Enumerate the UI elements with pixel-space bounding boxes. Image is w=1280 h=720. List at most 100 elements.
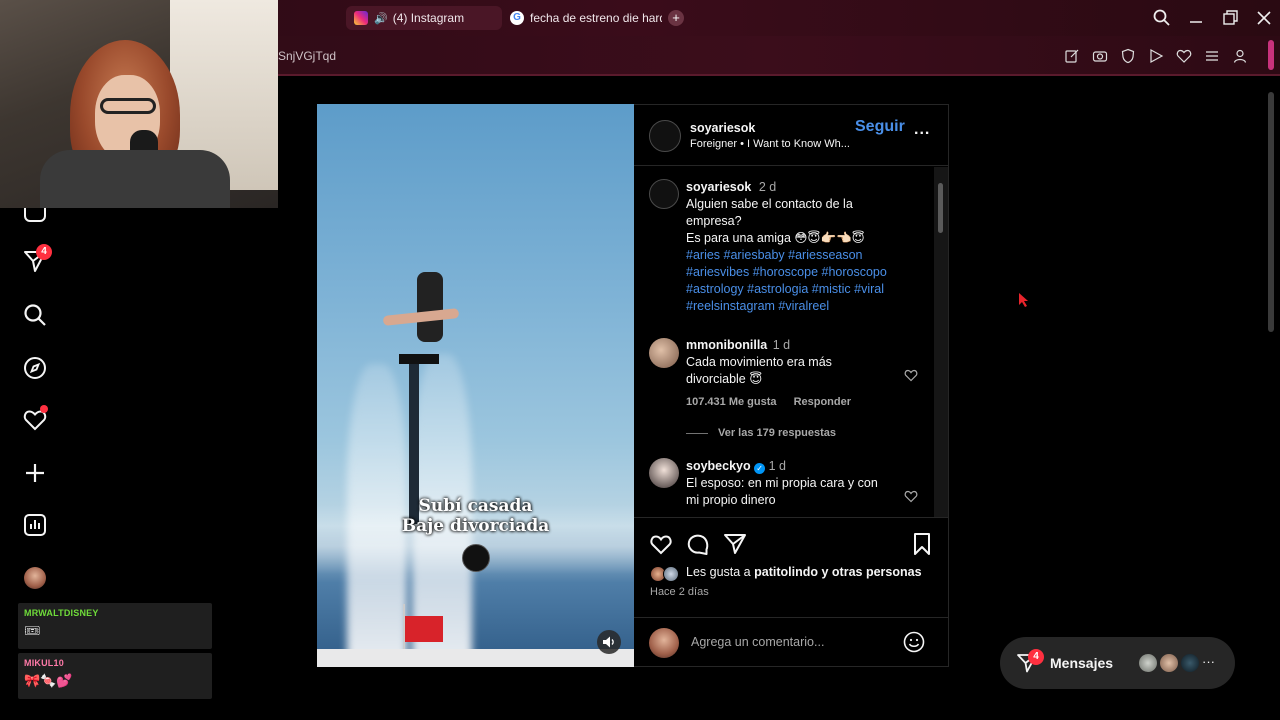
notification-dot: [40, 405, 48, 413]
caption-hashtags[interactable]: #reelsinstagram #viralreel: [686, 298, 906, 315]
sidebar-item-notifications[interactable]: [22, 405, 48, 433]
messages-badge: 4: [1028, 649, 1044, 665]
tab-google-search[interactable]: G fecha de estreno die hard: [502, 6, 662, 30]
comment-time: 1 d: [768, 459, 786, 473]
chat-message: MIKUL10 🎀🍬💕: [18, 653, 212, 699]
comment-likes[interactable]: 107.431 Me gusta: [686, 396, 777, 408]
contact-avatar: [1179, 652, 1201, 674]
divider: [686, 433, 708, 434]
share-icon[interactable]: [723, 532, 747, 556]
comment: soybeckyo ✓ 1 d El esposo: en mi propia …: [686, 458, 906, 509]
search-icon[interactable]: [22, 302, 48, 328]
caption-hashtags[interactable]: #ariesvibes #horoscope #horoscopo: [686, 264, 906, 281]
heart-icon[interactable]: [1176, 48, 1192, 64]
notification-badge: 4: [36, 244, 52, 260]
chat-emote: 🎟: [24, 623, 41, 638]
glasses: [100, 98, 156, 114]
watermark-logo: [462, 544, 490, 572]
more-contacts-icon: ···: [1202, 654, 1215, 669]
view-replies-label: Ver las 179 respuestas: [718, 427, 837, 439]
tab-label: (4) Instagram: [392, 11, 465, 25]
person-on-flyboard: [417, 272, 443, 342]
close-icon[interactable]: [1254, 8, 1274, 28]
comments-list[interactable]: soyariesok 2 d Alguien sabe el contacto …: [634, 167, 934, 517]
reply-button[interactable]: Responder: [794, 396, 851, 408]
messages-button[interactable]: 4 Mensajes ···: [1000, 637, 1235, 689]
minimize-icon[interactable]: [1186, 8, 1206, 28]
liked-by-user[interactable]: patitolindo: [754, 565, 818, 579]
menu-icon[interactable]: [1204, 48, 1220, 64]
person-shoulders: [40, 150, 230, 208]
browser-scroll-accent: [1268, 40, 1274, 70]
caption-username[interactable]: soyariesok: [686, 180, 751, 194]
profile-avatar[interactable]: [24, 567, 46, 589]
like-icon[interactable]: [649, 532, 673, 556]
comment-text-line: El esposo: en mi propia cara y con: [686, 476, 878, 490]
page-scrollbar[interactable]: [1268, 92, 1274, 332]
reel-caption-line2: Baje divorciada: [401, 516, 550, 536]
caption-hashtags[interactable]: #astrology #astrologia #mistic #viral: [686, 281, 906, 298]
edit-icon[interactable]: [1064, 48, 1080, 64]
chat-username: MRWALTDISNEY: [24, 608, 99, 618]
caption-text-line: empresa?: [686, 214, 742, 228]
instagram-icon: [354, 11, 368, 25]
author-username[interactable]: soyariesok: [690, 121, 755, 135]
author-avatar[interactable]: [649, 120, 681, 152]
caption-text-line: Alguien sabe el contacto de la: [686, 197, 853, 211]
comment-username[interactable]: soybeckyo: [686, 459, 751, 473]
contact-avatar: [1158, 652, 1180, 674]
comments-scrollbar[interactable]: [934, 167, 948, 517]
comment-text-line: mi propio dinero: [686, 493, 776, 507]
messages-label: Mensajes: [1050, 655, 1114, 671]
chat-message: MRWALTDISNEY 🎟: [18, 603, 212, 649]
speaker-icon[interactable]: 🔊: [374, 12, 388, 25]
comment-icon[interactable]: [686, 532, 710, 556]
comment-username[interactable]: mmonibonilla: [686, 338, 767, 352]
verified-icon: ✓: [754, 463, 766, 474]
post-header: soyariesok Foreigner • I Want to Know Wh…: [634, 105, 948, 166]
create-icon[interactable]: [22, 460, 48, 486]
view-replies[interactable]: Ver las 179 respuestas: [686, 425, 906, 442]
current-user-avatar: [649, 628, 679, 658]
chat-emote: 🎀🍬💕: [24, 673, 73, 688]
like-comment-icon[interactable]: [904, 368, 918, 382]
chat-username: MIKUL10: [24, 658, 64, 668]
emoji-icon[interactable]: [903, 631, 925, 653]
post-date: Hace 2 días: [650, 586, 709, 598]
reel-video[interactable]: Subí casada Baje divorciada: [317, 104, 634, 667]
explore-icon[interactable]: [22, 355, 48, 381]
turkish-flag: [405, 616, 443, 642]
caption: soyariesok 2 d Alguien sabe el contacto …: [686, 179, 906, 315]
audio-track[interactable]: Foreigner • I Want to Know Wh...: [690, 138, 850, 150]
dashboard-icon[interactable]: [22, 512, 48, 538]
commenter-avatar[interactable]: [649, 338, 679, 368]
liker-avatar[interactable]: [663, 566, 679, 582]
camera-icon[interactable]: [1092, 48, 1108, 64]
caption-avatar[interactable]: [649, 179, 679, 209]
volume-button[interactable]: [597, 630, 621, 654]
comment-composer: Agrega un comentario...: [634, 617, 948, 667]
comment-text-line: Cada movimiento era más: [686, 355, 832, 369]
webcam-overlay: [0, 0, 278, 208]
comment-input[interactable]: Agrega un comentario...: [691, 635, 824, 649]
tab-instagram[interactable]: 🔊 (4) Instagram: [346, 6, 502, 30]
search-icon[interactable]: [1152, 8, 1172, 28]
follow-button[interactable]: Seguir: [855, 118, 905, 136]
caption-time: 2 d: [758, 180, 777, 194]
url-text[interactable]: SnjVGjTqd: [278, 49, 336, 63]
caption-hashtags[interactable]: #aries #ariesbaby #ariesseason: [686, 247, 906, 264]
flyboard: [399, 354, 439, 364]
shield-icon[interactable]: [1120, 48, 1136, 64]
commenter-avatar[interactable]: [649, 458, 679, 488]
like-comment-icon[interactable]: [904, 489, 918, 503]
more-options-icon[interactable]: ...: [914, 121, 930, 139]
bookmark-icon[interactable]: [910, 532, 934, 556]
liked-by-suffix[interactable]: y otras personas: [821, 565, 921, 579]
play-icon[interactable]: [1148, 48, 1164, 64]
profile-icon[interactable]: [1232, 48, 1248, 64]
new-tab-button[interactable]: +: [668, 10, 684, 26]
sidebar-item-messages[interactable]: 4: [22, 244, 52, 274]
restore-icon[interactable]: [1220, 8, 1240, 28]
liked-by: Les gusta a patitolindo y otras personas: [686, 565, 922, 579]
boat-deck: [317, 649, 634, 667]
